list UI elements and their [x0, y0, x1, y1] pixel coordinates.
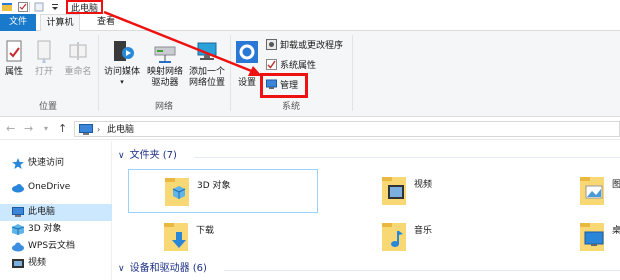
folder-music-icon [380, 217, 408, 253]
computer-icon [79, 124, 93, 135]
nav-item-onedrive[interactable]: OneDrive [0, 179, 112, 196]
breadcrumb-chevron-icon[interactable]: › [97, 123, 100, 137]
computer-icon [12, 207, 24, 218]
folders-section-header[interactable]: ∨ 文件夹 (7) [118, 148, 177, 164]
chevron-down-icon: ∨ [118, 264, 125, 274]
nav-item-videos[interactable]: 视频 [0, 255, 112, 272]
folder-pictures-icon [578, 171, 606, 207]
folder-downloads-icon [162, 217, 190, 253]
address-path[interactable]: 此电脑 [107, 123, 134, 137]
star-icon [12, 158, 24, 169]
chevron-down-icon: ∨ [118, 151, 125, 161]
devices-section-header[interactable]: ∨ 设备和驱动器 (6) [118, 261, 207, 277]
section-divider [194, 157, 620, 158]
cloud-doc-icon [12, 241, 24, 252]
forward-arrow-icon[interactable]: → [24, 122, 33, 135]
cloud-icon [12, 182, 24, 193]
navigation-pane: 快速访问 OneDrive 此电脑 3D 对象 WPS云文档 视频 [0, 141, 112, 280]
section-divider [224, 270, 620, 271]
folder-video-icon [380, 171, 408, 207]
nav-item-wps-cloud[interactable]: WPS云文档 [0, 238, 112, 255]
folder-videos[interactable]: 视频 [346, 169, 536, 213]
back-arrow-icon[interactable]: ← [6, 122, 15, 135]
folder-downloads[interactable]: 下载 [128, 215, 318, 259]
address-bar[interactable]: › 此电脑 [74, 121, 620, 137]
folder-music[interactable]: 音乐 [346, 215, 536, 259]
cube-icon [12, 224, 24, 235]
recent-locations-chevron-icon[interactable]: ▾ [44, 124, 48, 133]
folder-3d-objects[interactable]: 3D 对象 [128, 169, 318, 213]
folder-pictures[interactable]: 图片 [544, 169, 620, 213]
nav-item-3d-objects[interactable]: 3D 对象 [0, 221, 112, 238]
address-bar-row: ← → ▾ ↑ › 此电脑 [0, 118, 620, 140]
video-icon [12, 258, 24, 269]
content-pane: ∨文件夹 (7) 3D 对象 视频 图片 下载 音乐 [114, 141, 620, 280]
nav-item-quick-access[interactable]: 快速访问 [0, 155, 112, 172]
up-arrow-icon[interactable]: ↑ [58, 122, 67, 135]
folder-desktop-icon [578, 217, 606, 253]
nav-item-this-pc[interactable]: 此电脑 [0, 204, 112, 221]
folder-desktop[interactable]: 桌面 [544, 215, 620, 259]
folder-3d-icon [163, 172, 191, 208]
